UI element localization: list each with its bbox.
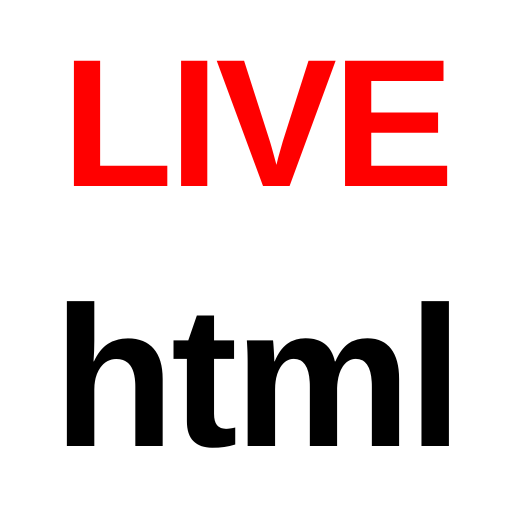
logo-live-text: LIVE: [61, 21, 455, 225]
live-html-logo: LIVE html: [0, 0, 512, 512]
logo-html-text: html: [52, 266, 463, 489]
